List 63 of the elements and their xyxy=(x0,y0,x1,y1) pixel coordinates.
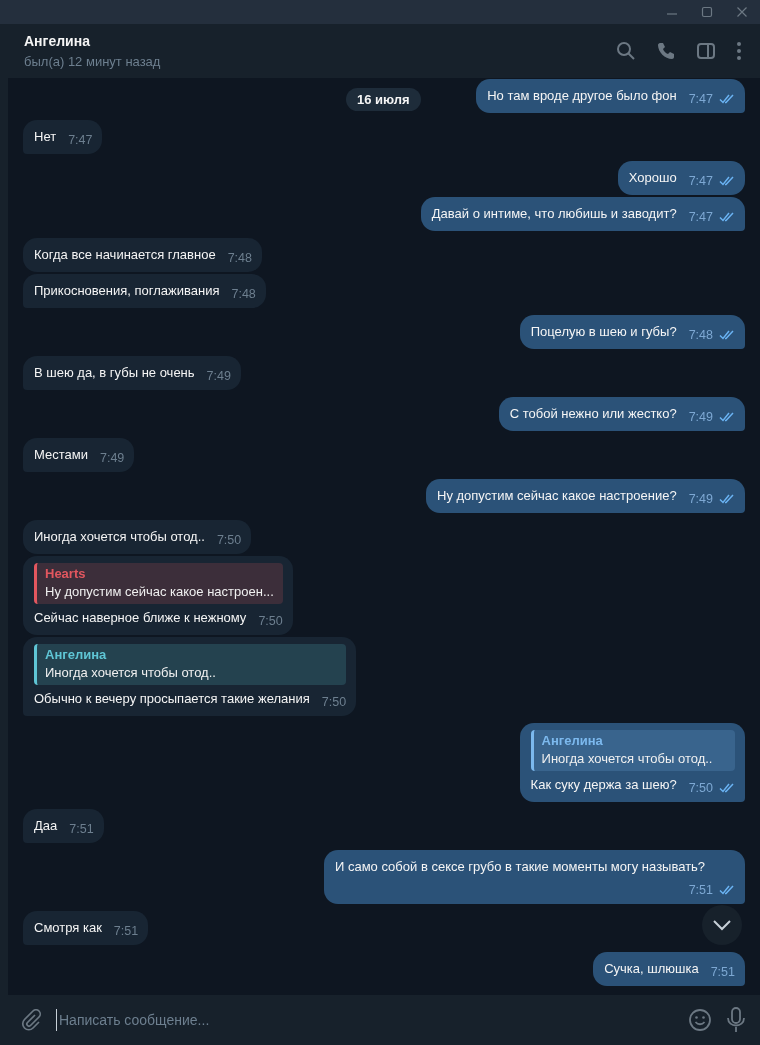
date-badge: 16 июля xyxy=(346,88,421,111)
message-time: 7:49 xyxy=(688,409,713,426)
search-icon[interactable] xyxy=(616,41,636,61)
message-composer[interactable]: Написать сообщение... xyxy=(0,995,760,1045)
message-text: Местами xyxy=(34,446,88,464)
message-time: 7:51 xyxy=(688,882,713,899)
message-text: В шею да, в губы не очень xyxy=(34,364,195,382)
close-icon[interactable] xyxy=(736,6,748,18)
message-time: 7:48 xyxy=(227,250,252,267)
message-time: 7:47 xyxy=(68,132,93,149)
scroll-down-button[interactable] xyxy=(702,905,742,945)
phone-icon[interactable] xyxy=(656,41,676,61)
message-text: Давай о интиме, что любишь и заводит? xyxy=(431,205,677,223)
message-text: Нет xyxy=(34,128,57,146)
message-text: И само собой в сексе грубо в такие моменты могу называть? xyxy=(335,858,706,876)
message-text: Смотря как xyxy=(34,919,102,937)
message-time: 7:51 xyxy=(113,923,139,940)
message-text: Сучка, шлюшка xyxy=(604,960,699,978)
reply-author: Ангелина xyxy=(45,646,108,664)
maximize-icon[interactable] xyxy=(701,6,713,18)
reply-text: Иногда хочется чтобы отод.. xyxy=(45,664,217,682)
reply-author: Hearts xyxy=(45,565,87,583)
message-text: Иногда хочется чтобы отод.. xyxy=(34,528,205,546)
microphone-icon[interactable] xyxy=(726,1007,746,1033)
reply-quote[interactable]: Hearts Ну допустим сейчас какое настроен... xyxy=(34,563,283,604)
message-text: Хорошо xyxy=(628,169,677,187)
message-text: Поцелую в шею и губы? xyxy=(530,323,677,341)
message-time: 7:50 xyxy=(258,613,283,630)
message-time: 7:49 xyxy=(688,491,713,508)
message-time: 7:47 xyxy=(688,91,713,108)
message-text: С тобой нежно или жестко? xyxy=(509,405,677,423)
message-text: Когда все начинается главное xyxy=(34,246,216,264)
reply-text: Ну допустим сейчас какое настроен... xyxy=(45,583,275,601)
message-time: 7:49 xyxy=(206,368,231,385)
message-text: Даа xyxy=(34,817,58,835)
message-time: 7:48 xyxy=(688,327,713,344)
paperclip-icon[interactable] xyxy=(20,1009,42,1031)
message-time: 7:51 xyxy=(710,964,735,981)
message-text: Как суку держа за шею? xyxy=(530,776,677,794)
smiley-icon[interactable] xyxy=(688,1008,712,1032)
message-time: 7:48 xyxy=(231,286,256,303)
message-time: 7:49 xyxy=(99,450,125,467)
reply-quote[interactable]: Ангелина Иногда хочется чтобы отод.. xyxy=(34,644,347,685)
message-time: 7:47 xyxy=(688,173,713,190)
message-time: 7:50 xyxy=(321,694,347,711)
reply-quote[interactable]: Ангелина Иногда хочется чтобы отод.. xyxy=(530,730,735,771)
message-time: 7:47 xyxy=(688,209,713,226)
message-text: Ну допустим сейчас какое настроение? xyxy=(437,487,677,505)
message-text: Сейчас наверное ближе к нежному xyxy=(34,609,247,627)
chevron-down-icon xyxy=(712,919,732,931)
message-time: 7:50 xyxy=(688,780,713,797)
message-input[interactable]: Написать сообщение... xyxy=(56,1009,674,1031)
reply-text: Иногда хочется чтобы отод.. xyxy=(541,750,714,768)
reply-author: Ангелина xyxy=(541,732,604,750)
message-text: Прикосновения, поглаживания xyxy=(34,282,220,300)
more-icon[interactable] xyxy=(736,41,742,61)
last-seen-status: был(а) 12 минут назад xyxy=(24,54,161,69)
chat-title: Ангелина xyxy=(24,33,91,49)
message-time: 7:50 xyxy=(216,532,242,549)
message-text: Обычно к вечеру просыпается такие желания xyxy=(34,690,310,708)
message-text: Но там вроде другое было фон xyxy=(487,87,677,105)
sidebar-icon[interactable] xyxy=(696,41,716,61)
message-time: 7:51 xyxy=(69,821,94,838)
